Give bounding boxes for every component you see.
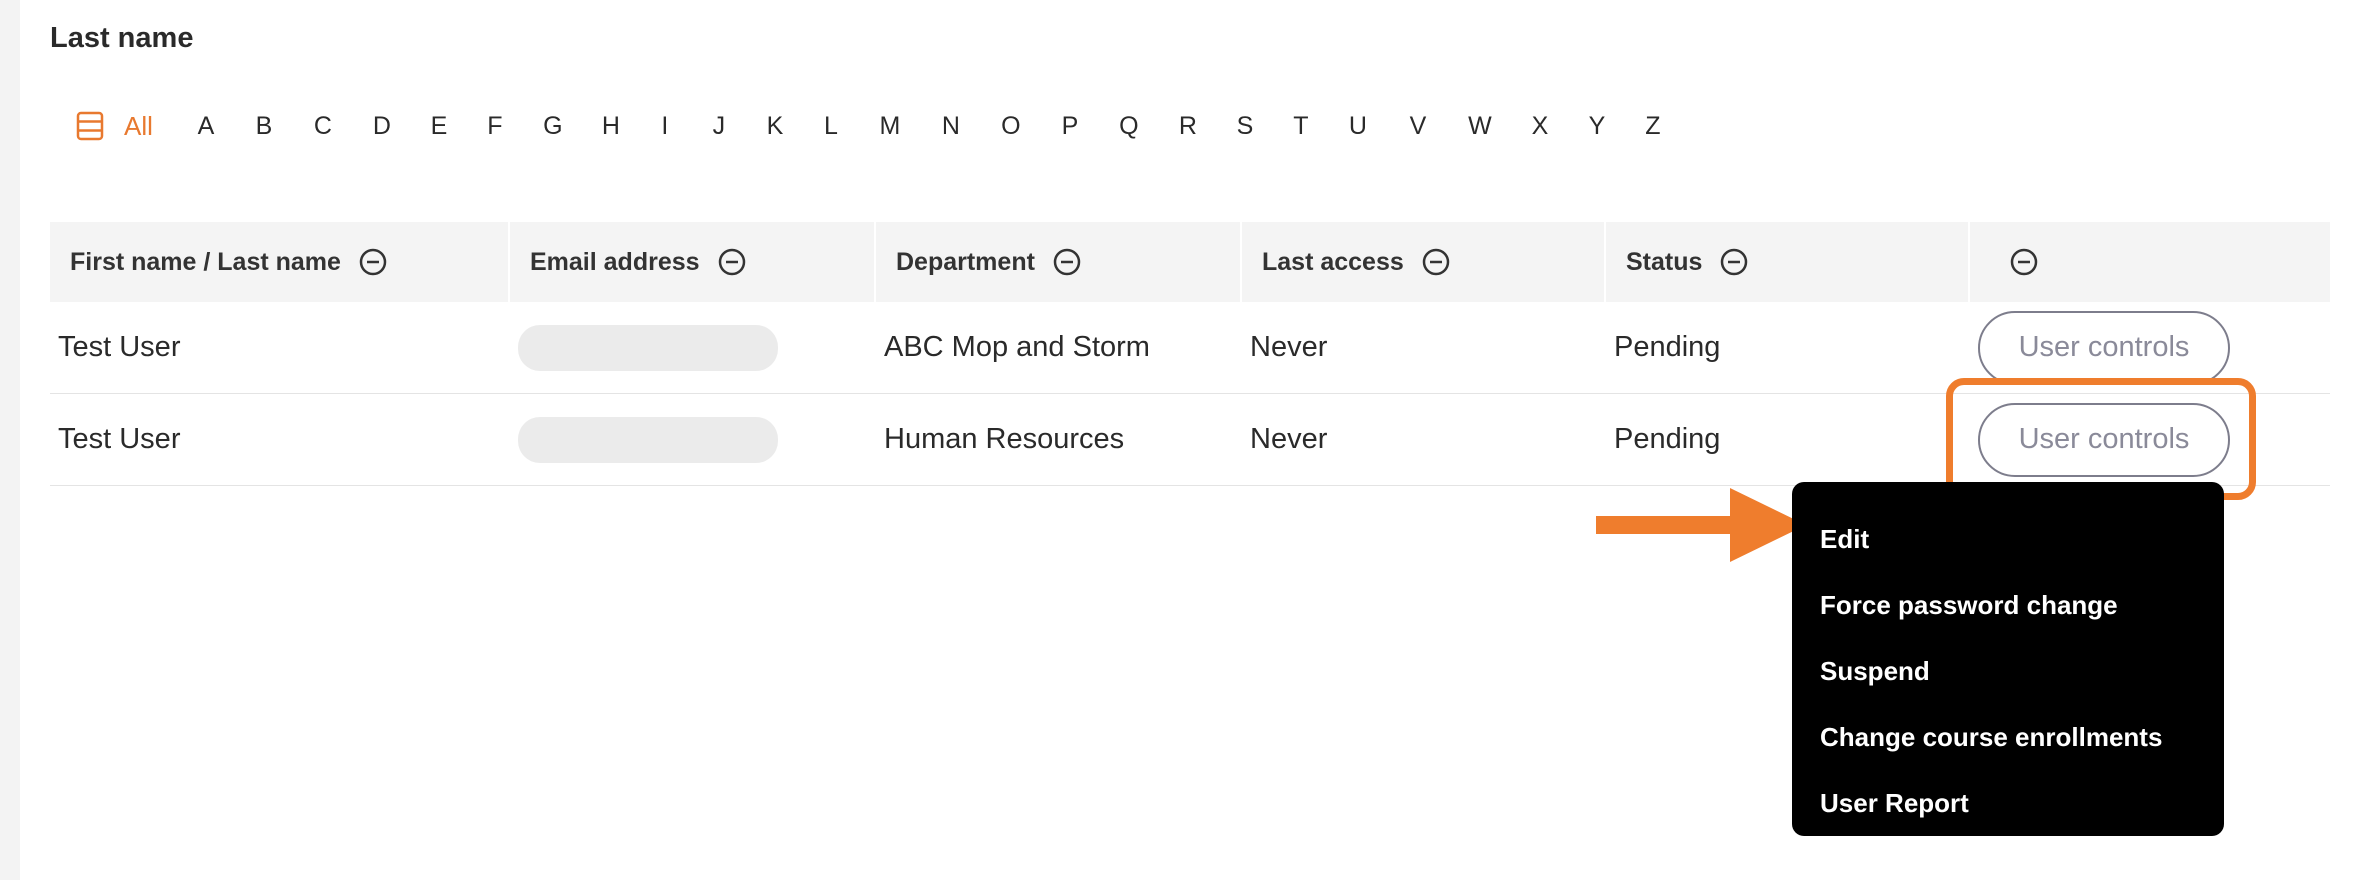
- filter-letter-a[interactable]: A: [177, 112, 235, 141]
- filter-letter-w[interactable]: W: [1449, 112, 1511, 141]
- filter-letter-v[interactable]: V: [1387, 112, 1449, 141]
- alphabet-filter: All A B C D E F G H I J K L M N O P Q R …: [76, 108, 1681, 144]
- column-header-email: Email address: [510, 222, 876, 302]
- filter-letter-e[interactable]: E: [411, 112, 467, 141]
- menu-item-user-report[interactable]: User Report: [1792, 770, 2224, 836]
- filter-letter-j[interactable]: J: [691, 112, 747, 141]
- collapse-column-icon[interactable]: [2010, 248, 2038, 276]
- collapse-column-icon[interactable]: [1422, 248, 1450, 276]
- collapse-column-icon[interactable]: [1053, 248, 1081, 276]
- column-label: First name / Last name: [70, 247, 341, 276]
- filter-all[interactable]: All: [76, 111, 153, 142]
- filter-letter-t[interactable]: T: [1273, 112, 1329, 141]
- cell-last-access: Never: [1250, 331, 1328, 363]
- table-header: First name / Last name Email address Dep…: [50, 222, 2330, 302]
- column-header-last-access: Last access: [1242, 222, 1606, 302]
- filter-letter-f[interactable]: F: [467, 112, 523, 141]
- cell-name: Test User: [58, 423, 181, 455]
- column-header-status: Status: [1606, 222, 1970, 302]
- email-redacted: [518, 416, 778, 463]
- column-header-department: Department: [876, 222, 1242, 302]
- section-title: Last name: [50, 22, 194, 54]
- filter-letter-d[interactable]: D: [353, 112, 411, 141]
- menu-item-suspend[interactable]: Suspend: [1792, 638, 2224, 704]
- filter-letter-u[interactable]: U: [1329, 112, 1387, 141]
- column-label: Email address: [530, 247, 700, 276]
- list-icon: [76, 111, 104, 141]
- cell-email: [510, 416, 876, 463]
- cell-name: Test User: [58, 331, 181, 363]
- column-label: Last access: [1262, 247, 1404, 276]
- cell-status: Pending: [1614, 423, 1721, 455]
- filter-letter-g[interactable]: G: [523, 112, 583, 141]
- filter-letter-o[interactable]: O: [981, 112, 1041, 141]
- menu-item-force-password-change[interactable]: Force password change: [1792, 572, 2224, 638]
- filter-letter-i[interactable]: I: [639, 112, 691, 141]
- filter-letter-r[interactable]: R: [1159, 112, 1217, 141]
- collapse-column-icon[interactable]: [359, 248, 387, 276]
- filter-all-label: All: [124, 110, 153, 141]
- filter-letter-q[interactable]: Q: [1099, 112, 1159, 141]
- filter-letter-h[interactable]: H: [583, 112, 639, 141]
- filter-letter-z[interactable]: Z: [1625, 112, 1681, 141]
- filter-letter-x[interactable]: X: [1511, 112, 1569, 141]
- menu-item-edit[interactable]: Edit: [1792, 506, 2224, 572]
- cell-department: Human Resources: [884, 423, 1125, 455]
- filter-letter-s[interactable]: S: [1217, 112, 1273, 141]
- email-redacted: [518, 324, 778, 371]
- filter-letter-k[interactable]: K: [747, 112, 803, 141]
- arrow-icon: [1596, 488, 1806, 562]
- column-label: Department: [896, 247, 1035, 276]
- collapse-column-icon[interactable]: [1720, 248, 1748, 276]
- filter-letter-c[interactable]: C: [293, 112, 353, 141]
- user-controls-menu: Edit Force password change Suspend Chang…: [1792, 482, 2224, 836]
- column-label: Status: [1626, 247, 1703, 276]
- cell-actions: User controls: [1970, 310, 2330, 385]
- cell-status: Pending: [1614, 331, 1721, 363]
- cell-department: ABC Mop and Storm: [884, 331, 1150, 363]
- filter-letter-n[interactable]: N: [921, 112, 981, 141]
- filter-letter-m[interactable]: M: [859, 112, 921, 141]
- cell-last-access: Never: [1250, 423, 1328, 455]
- filter-letter-y[interactable]: Y: [1569, 112, 1625, 141]
- menu-item-change-course-enrollments[interactable]: Change course enrollments: [1792, 704, 2224, 770]
- collapse-column-icon[interactable]: [718, 248, 746, 276]
- column-header-actions: [1970, 222, 2330, 302]
- cell-email: [510, 324, 876, 371]
- user-controls-button[interactable]: User controls: [1978, 310, 2230, 385]
- column-header-name: First name / Last name: [50, 222, 510, 302]
- filter-letter-b[interactable]: B: [235, 112, 293, 141]
- filter-letter-p[interactable]: P: [1041, 112, 1099, 141]
- filter-letter-l[interactable]: L: [803, 112, 859, 141]
